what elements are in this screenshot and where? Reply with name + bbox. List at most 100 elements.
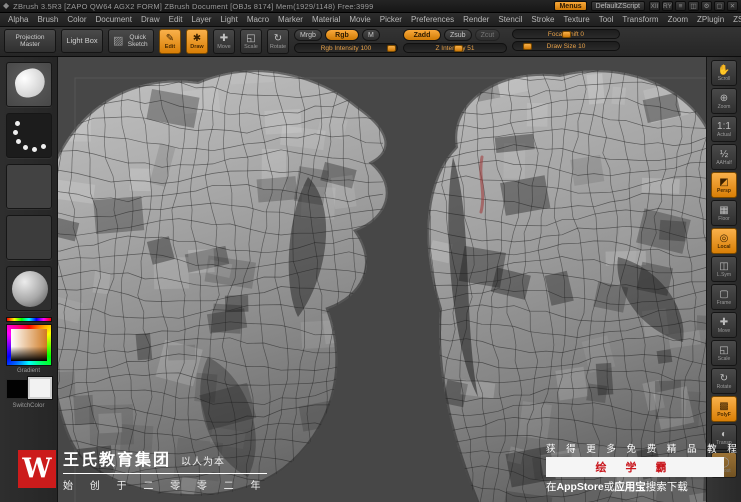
zsub-button[interactable]: Zsub [444,29,472,41]
menu-picker[interactable]: Picker [376,14,406,25]
window-button-2[interactable]: ≡ [675,1,686,11]
window-title: ZBrush 3.5R3 [ZAPO QW64 AGX2 FORM] ZBrus… [13,1,374,11]
rgb-intensity-handle[interactable] [387,45,396,52]
draw-size-slider[interactable]: Draw Size 10 [512,41,620,51]
current-brush-thumbnail[interactable] [5,62,52,107]
menu-alpha[interactable]: Alpha [4,14,32,25]
menu-zoom[interactable]: Zoom [664,14,692,25]
top-toolbar: Projection Master Light Box ▨ Quick Sket… [0,27,741,57]
menu-layer[interactable]: Layer [187,14,215,25]
texture-selector-thumbnail[interactable] [5,215,52,260]
brand-name: 王氏教育集团 [63,452,172,469]
quick-sketch-button[interactable]: ▨ Quick Sketch [108,29,154,53]
draw-button[interactable]: ✱ Draw [186,29,208,54]
sculpt-viewport [58,70,706,502]
right-shelf-floor-button[interactable]: ▦ Floor [711,200,737,226]
rgb-intensity-slider[interactable]: Rgb Intensity 100 [294,43,398,53]
promo-line3: 在AppStore或应用宝搜索下载 [546,481,688,493]
menu-stencil[interactable]: Stencil [494,14,526,25]
menu-edit[interactable]: Edit [165,14,187,25]
window-button-0[interactable]: XII [649,1,660,11]
switch-color-label: SwitchColor [12,403,45,409]
right-shelf-persp-button[interactable]: ◩ Persp [711,172,737,198]
menu-macro[interactable]: Macro [243,14,273,25]
menu-draw[interactable]: Draw [137,14,164,25]
right-shelf-actual-button[interactable]: 1:1 Actual [711,116,737,142]
menu-tool[interactable]: Tool [595,14,618,25]
alpha-selector-thumbnail[interactable] [5,164,52,209]
right-shelf-aahalf-button[interactable]: ½ AAHalf [711,144,737,170]
right-shelf-polyf-button[interactable]: ▩ PolyF [711,396,737,422]
stroke-selector-thumbnail[interactable] [5,113,52,158]
scale-icon: ◱ [719,344,729,356]
draw-size-handle[interactable] [523,43,532,50]
color-picker-gradient[interactable] [10,329,47,361]
menu-texture[interactable]: Texture [560,14,594,25]
scale-icon: ◱ [246,33,256,44]
right-shelf-scale-button[interactable]: ◱ Scale [711,340,737,366]
zadd-button[interactable]: Zadd [403,29,441,41]
menu-document[interactable]: Document [92,14,136,25]
color-picker[interactable] [5,324,52,366]
menu-color[interactable]: Color [63,14,90,25]
rotate-button[interactable]: ↻ Rotate [267,29,289,54]
brand-slogan: 以人为本 [181,457,226,468]
window-button-6[interactable]: ✕ [727,1,738,11]
right-shelf-zoom-button[interactable]: ⊕ Zoom [711,88,737,114]
lsym-icon: ◫ [719,260,729,272]
scale-button[interactable]: ◱ Scale [240,29,262,54]
move-button[interactable]: ✚ Move [213,29,235,54]
mrgb-button[interactable]: Mrgb [294,29,322,41]
right-shelf-local-button[interactable]: ◎ Local [711,228,737,254]
watermark-banner-left: W 王氏教育集团 以人为本 始 创 于 二 零 零 二 年 [18,446,268,492]
focal-shift-slider[interactable]: Focal Shift 0 [512,29,620,39]
z-intensity-slider[interactable]: Z Intensity 51 [403,43,507,53]
menu-movie[interactable]: Movie [345,14,374,25]
focal-shift-handle[interactable] [562,31,571,38]
default-zscript-button[interactable]: DefaultZScript [590,1,645,11]
menu-render[interactable]: Render [459,14,493,25]
window-button-5[interactable]: ▢ [714,1,725,11]
actual-icon: 1:1 [717,120,731,132]
local-icon: ◎ [719,232,729,244]
menu-transform[interactable]: Transform [618,14,662,25]
right-shelf-move-button[interactable]: ✚ Move [711,312,737,338]
app-icon: ◆ [3,1,10,10]
right-shelf-rotate-button[interactable]: ↻ Rotate [711,368,737,394]
window-buttons: XII RY ≡ ◫ ⚙ ▢ ✕ [649,1,738,11]
menus-button[interactable]: Menus [554,1,587,11]
quick-sketch-icon: ▨ [113,34,124,47]
menu-zplugin[interactable]: ZPlugin [693,14,728,25]
zcut-button[interactable]: Zcut [474,29,501,41]
right-shelf-scroll-button[interactable]: ✋ Scroll [711,60,737,86]
menu-zscript[interactable]: ZScript [729,14,741,25]
draw-icon: ✱ [192,33,202,44]
edit-icon: ✎ [165,33,175,44]
document-canvas[interactable] [58,57,706,502]
menu-stroke[interactable]: Stroke [527,14,558,25]
hue-strip[interactable] [5,317,52,322]
light-box-button[interactable]: Light Box [61,29,103,53]
menu-brush[interactable]: Brush [33,14,62,25]
window-button-3[interactable]: ◫ [688,1,699,11]
right-shelf-frame-button[interactable]: ▢ Frame [711,284,737,310]
menu-marker[interactable]: Marker [274,14,307,25]
gradient-label: Gradient [16,368,40,374]
right-shelf-lsym-button[interactable]: ◫ L.Sym [711,256,737,282]
secondary-color-swatch[interactable] [27,377,52,399]
brand-founded-line: 始 创 于 二 零 零 二 年 [63,481,268,492]
watermark-banner-right: 获 得 更 多 免 费 精 品 教 程 绘 学 霸 在AppStore或应用宝搜… [546,441,737,494]
window-button-1[interactable]: RY [662,1,673,11]
m-button[interactable]: M [361,29,380,41]
menu-light[interactable]: Light [216,14,241,25]
window-button-4[interactable]: ⚙ [701,1,712,11]
menu-preferences[interactable]: Preferences [407,14,458,25]
z-intensity-handle[interactable] [454,45,463,52]
edit-button[interactable]: ✎ Edit [159,29,181,54]
persp-icon: ◩ [719,176,729,188]
move-icon: ✚ [719,316,729,328]
rgb-button[interactable]: Rgb [324,29,359,41]
menu-material[interactable]: Material [308,14,344,25]
projection-master-button[interactable]: Projection Master [4,29,56,53]
material-selector-thumbnail[interactable] [5,266,52,311]
